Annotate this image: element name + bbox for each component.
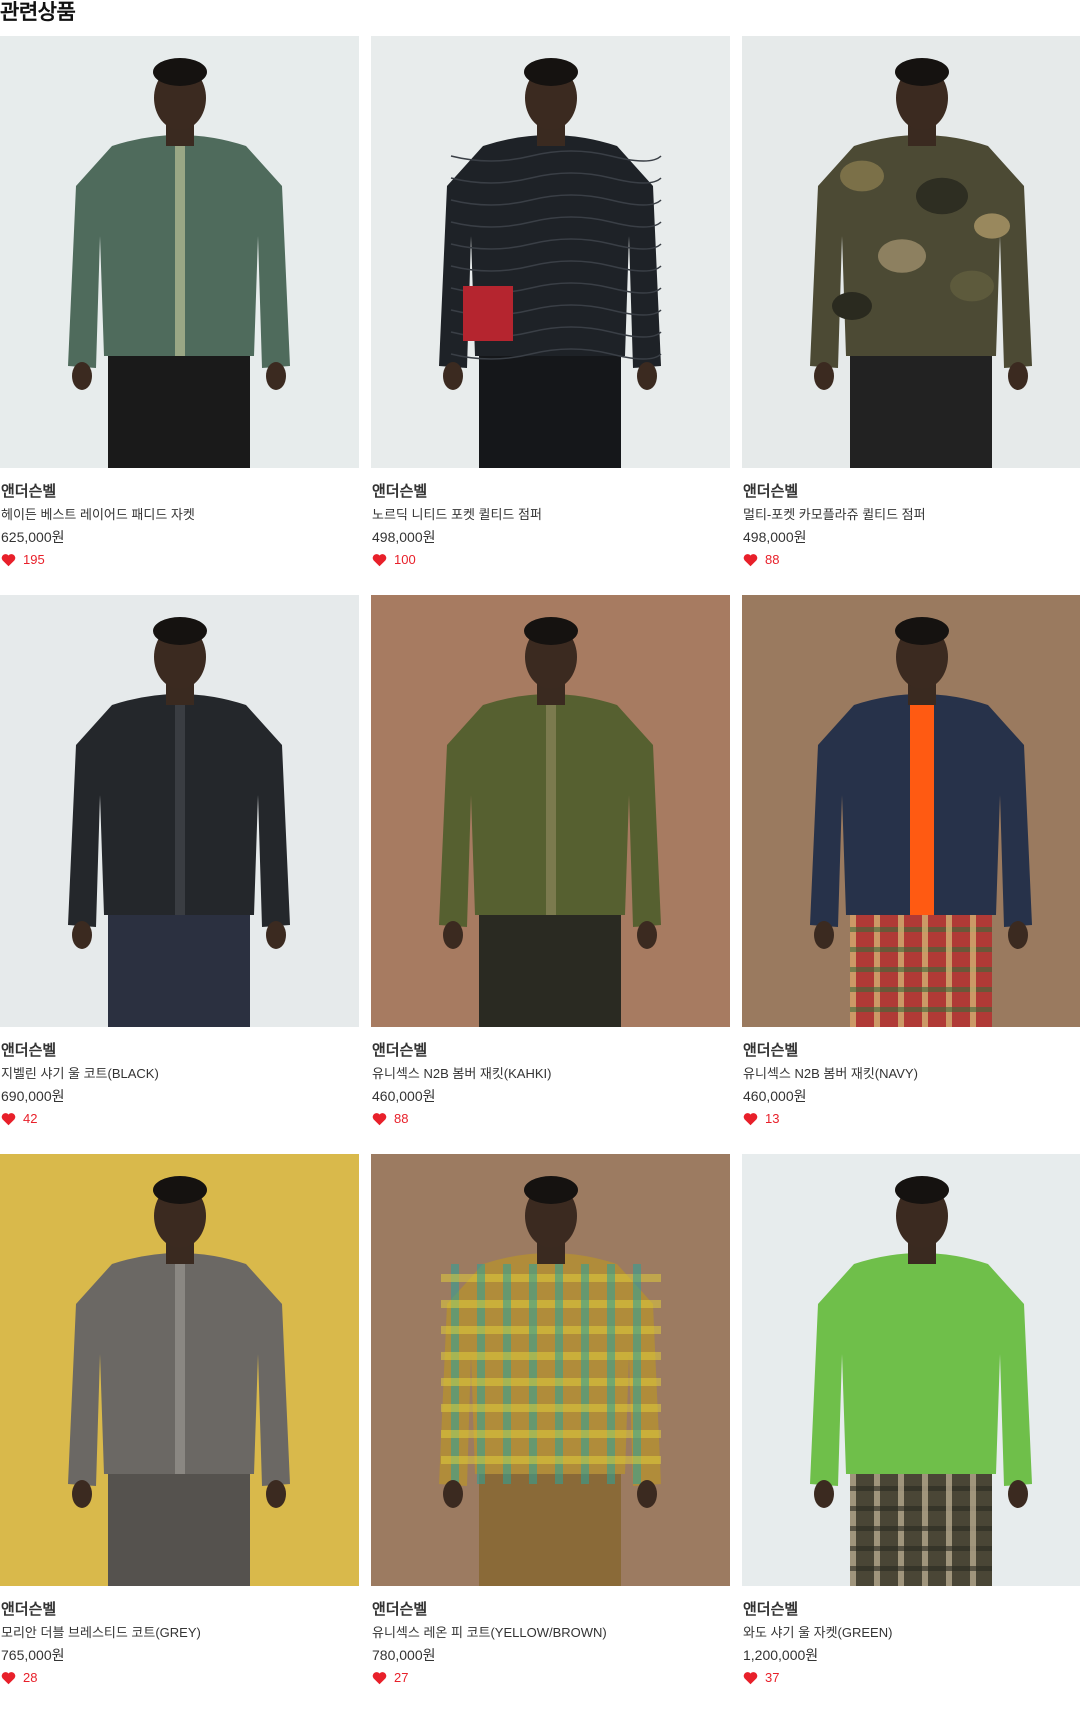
product-info: 앤더슨벨 와도 샤기 울 자켓(GREEN) 1,200,000원 37 xyxy=(743,1599,1080,1687)
product-likes: 28 xyxy=(1,1669,357,1687)
product-name[interactable]: 유니섹스 N2B 봄버 재킷(KAHKI) xyxy=(372,1064,728,1084)
product-name[interactable]: 멀티-포켓 카모플라쥬 퀼티드 점퍼 xyxy=(743,505,1080,525)
section-title: 관련상품 xyxy=(0,1,76,24)
product-likes: 195 xyxy=(1,551,357,569)
product-photo xyxy=(371,1154,730,1586)
product-image[interactable] xyxy=(371,1154,730,1586)
like-count: 100 xyxy=(394,552,416,567)
product-price: 460,000원 xyxy=(743,1088,807,1104)
heart-icon[interactable] xyxy=(1,1671,16,1685)
product-image[interactable] xyxy=(742,595,1080,1027)
product-photo xyxy=(0,595,359,1027)
product-price: 780,000원 xyxy=(372,1647,436,1663)
product-price: 690,000원 xyxy=(1,1088,65,1104)
product-brand[interactable]: 앤더슨벨 xyxy=(743,1599,1080,1621)
product-likes: 13 xyxy=(743,1110,1080,1128)
heart-icon[interactable] xyxy=(1,1112,16,1126)
like-count: 13 xyxy=(765,1111,780,1126)
product-image[interactable] xyxy=(371,36,730,468)
product-image[interactable] xyxy=(742,1154,1080,1586)
like-count: 27 xyxy=(394,1670,409,1685)
product-brand[interactable]: 앤더슨벨 xyxy=(372,481,728,503)
product-info: 앤더슨벨 멀티-포켓 카모플라쥬 퀼티드 점퍼 498,000원 88 xyxy=(743,481,1080,569)
like-count: 28 xyxy=(23,1670,38,1685)
product-price: 498,000원 xyxy=(743,529,807,545)
product-name[interactable]: 모리안 더블 브레스티드 코트(GREY) xyxy=(1,1623,357,1643)
product-image[interactable] xyxy=(742,36,1080,468)
product-name[interactable]: 헤이든 베스트 레이어드 패디드 자켓 xyxy=(1,505,357,525)
product-likes: 88 xyxy=(743,551,1080,569)
product-brand[interactable]: 앤더슨벨 xyxy=(1,1599,357,1621)
product-card[interactable]: 앤더슨벨 멀티-포켓 카모플라쥬 퀼티드 점퍼 498,000원 88 xyxy=(742,36,1080,595)
product-card[interactable]: 앤더슨벨 유니섹스 N2B 봄버 재킷(KAHKI) 460,000원 88 xyxy=(371,595,730,1154)
product-card[interactable]: 앤더슨벨 유니섹스 N2B 봄버 재킷(NAVY) 460,000원 13 xyxy=(742,595,1080,1154)
product-price: 765,000원 xyxy=(1,1647,65,1663)
product-price: 498,000원 xyxy=(372,529,436,545)
product-name[interactable]: 지벨린 샤기 울 코트(BLACK) xyxy=(1,1064,357,1084)
product-image[interactable] xyxy=(0,595,359,1027)
like-count: 195 xyxy=(23,552,45,567)
like-count: 88 xyxy=(394,1111,409,1126)
product-info: 앤더슨벨 유니섹스 레온 피 코트(YELLOW/BROWN) 780,000원… xyxy=(372,1599,728,1687)
product-name[interactable]: 노르딕 니티드 포켓 퀼티드 점퍼 xyxy=(372,505,728,525)
product-image[interactable] xyxy=(0,1154,359,1586)
product-info: 앤더슨벨 지벨린 샤기 울 코트(BLACK) 690,000원 42 xyxy=(1,1040,357,1128)
product-card[interactable]: 앤더슨벨 헤이든 베스트 레이어드 패디드 자켓 625,000원 195 xyxy=(0,36,359,595)
product-price: 460,000원 xyxy=(372,1088,436,1104)
product-card[interactable]: 앤더슨벨 모리안 더블 브레스티드 코트(GREY) 765,000원 28 xyxy=(0,1154,359,1713)
product-likes: 88 xyxy=(372,1110,728,1128)
product-likes: 100 xyxy=(372,551,728,569)
like-count: 42 xyxy=(23,1111,38,1126)
product-info: 앤더슨벨 헤이든 베스트 레이어드 패디드 자켓 625,000원 195 xyxy=(1,481,357,569)
product-name[interactable]: 유니섹스 레온 피 코트(YELLOW/BROWN) xyxy=(372,1623,728,1643)
product-card[interactable]: 앤더슨벨 노르딕 니티드 포켓 퀼티드 점퍼 498,000원 100 xyxy=(371,36,730,595)
product-name[interactable]: 와도 샤기 울 자켓(GREEN) xyxy=(743,1623,1080,1643)
product-info: 앤더슨벨 유니섹스 N2B 봄버 재킷(KAHKI) 460,000원 88 xyxy=(372,1040,728,1128)
product-price: 625,000원 xyxy=(1,529,65,545)
product-likes: 27 xyxy=(372,1669,728,1687)
heart-icon[interactable] xyxy=(743,1671,758,1685)
product-likes: 37 xyxy=(743,1669,1080,1687)
heart-icon[interactable] xyxy=(1,553,16,567)
product-brand[interactable]: 앤더슨벨 xyxy=(743,481,1080,503)
like-count: 88 xyxy=(765,552,780,567)
product-card[interactable]: 앤더슨벨 와도 샤기 울 자켓(GREEN) 1,200,000원 37 xyxy=(742,1154,1080,1713)
product-photo xyxy=(742,1154,1080,1586)
heart-icon[interactable] xyxy=(372,1112,387,1126)
product-brand[interactable]: 앤더슨벨 xyxy=(1,1040,357,1062)
product-photo xyxy=(371,595,730,1027)
product-grid: 앤더슨벨 헤이든 베스트 레이어드 패디드 자켓 625,000원 195 앤더… xyxy=(0,36,1080,1713)
product-photo xyxy=(742,36,1080,468)
product-photo xyxy=(742,595,1080,1027)
product-card[interactable]: 앤더슨벨 유니섹스 레온 피 코트(YELLOW/BROWN) 780,000원… xyxy=(371,1154,730,1713)
product-image[interactable] xyxy=(371,595,730,1027)
product-info: 앤더슨벨 모리안 더블 브레스티드 코트(GREY) 765,000원 28 xyxy=(1,1599,357,1687)
heart-icon[interactable] xyxy=(372,553,387,567)
product-photo xyxy=(0,36,359,468)
like-count: 37 xyxy=(765,1670,780,1685)
product-photo xyxy=(371,36,730,468)
product-brand[interactable]: 앤더슨벨 xyxy=(1,481,357,503)
heart-icon[interactable] xyxy=(372,1671,387,1685)
product-image[interactable] xyxy=(0,36,359,468)
product-info: 앤더슨벨 노르딕 니티드 포켓 퀼티드 점퍼 498,000원 100 xyxy=(372,481,728,569)
product-brand[interactable]: 앤더슨벨 xyxy=(743,1040,1080,1062)
product-info: 앤더슨벨 유니섹스 N2B 봄버 재킷(NAVY) 460,000원 13 xyxy=(743,1040,1080,1128)
product-name[interactable]: 유니섹스 N2B 봄버 재킷(NAVY) xyxy=(743,1064,1080,1084)
product-price: 1,200,000원 xyxy=(743,1647,819,1663)
product-card[interactable]: 앤더슨벨 지벨린 샤기 울 코트(BLACK) 690,000원 42 xyxy=(0,595,359,1154)
product-photo xyxy=(0,1154,359,1586)
product-likes: 42 xyxy=(1,1110,357,1128)
heart-icon[interactable] xyxy=(743,1112,758,1126)
product-brand[interactable]: 앤더슨벨 xyxy=(372,1599,728,1621)
heart-icon[interactable] xyxy=(743,553,758,567)
product-brand[interactable]: 앤더슨벨 xyxy=(372,1040,728,1062)
